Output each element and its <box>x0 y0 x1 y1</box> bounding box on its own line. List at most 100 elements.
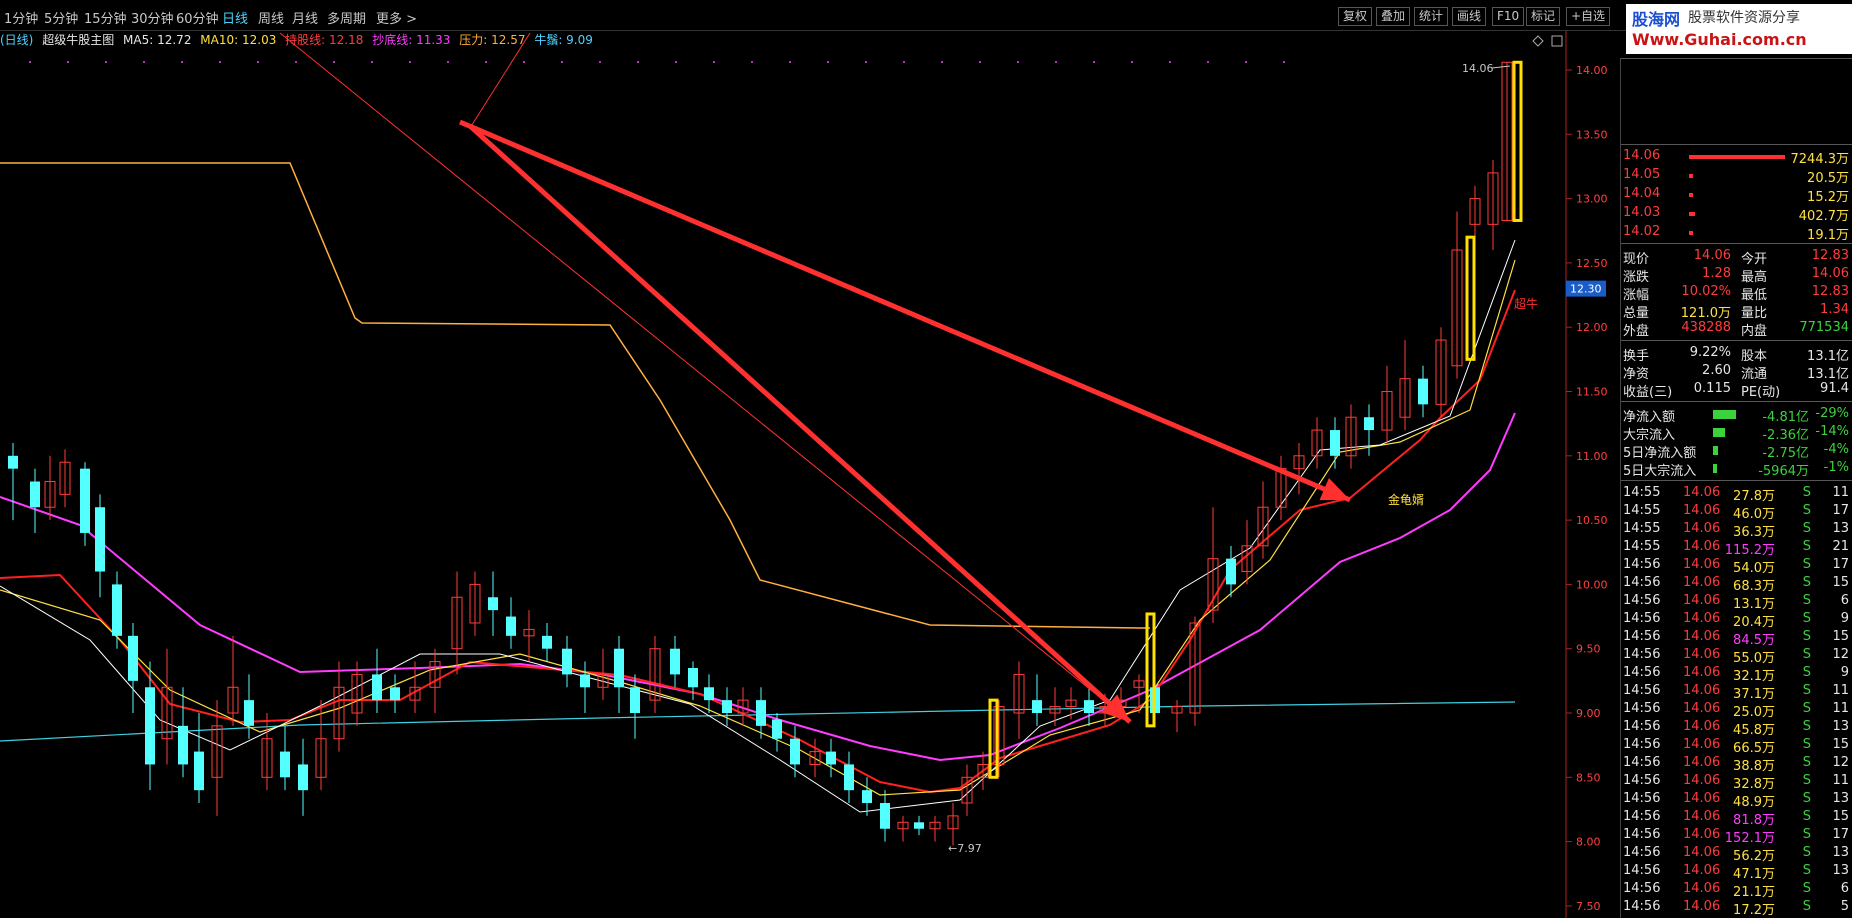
signal-dot <box>789 61 791 63</box>
tick-side: S <box>1802 611 1811 626</box>
tick-side: S <box>1802 629 1811 644</box>
current-price-tag-label: 12.30 <box>1570 283 1602 296</box>
quote-label: 量比 <box>1741 306 1768 321</box>
f10-button[interactable]: F10 <box>1492 7 1525 26</box>
tick-row: 14:56 14.06 32.1万 S 9 <box>1621 665 1852 684</box>
orderbook-price: 14.06 <box>1623 148 1661 163</box>
legend-indicator-name[interactable]: 超级牛股主图 <box>42 33 114 47</box>
tick-count: 13 <box>1832 719 1849 734</box>
period-tab-9[interactable]: 更多 > <box>376 8 417 27</box>
tick-side: S <box>1802 683 1811 698</box>
signal-dot <box>181 61 183 63</box>
capital-flow-row: 净流入额 -4.81亿 -29% <box>1621 406 1852 425</box>
period-tab-5[interactable]: 日线 <box>222 8 248 27</box>
tick-time: 14:56 <box>1623 845 1661 860</box>
tick-time: 14:56 <box>1623 881 1661 896</box>
orderbook-price: 14.03 <box>1623 205 1661 220</box>
legend-period: (日线) <box>0 33 34 47</box>
period-tab-0[interactable]: 1分钟 <box>4 8 38 27</box>
fundamental-label: 换手 <box>1623 349 1650 364</box>
candle-body-down <box>298 764 308 791</box>
tick-price: 14.06 <box>1683 827 1721 842</box>
overlay-button[interactable]: 叠加 <box>1376 7 1411 26</box>
peak-price-label: 14.06 <box>1462 62 1494 75</box>
tick-count: 11 <box>1832 683 1849 698</box>
orderbook-price: 14.05 <box>1623 167 1661 182</box>
tick-count: 6 <box>1840 593 1849 608</box>
signal-dot <box>257 61 259 63</box>
period-tab-3[interactable]: 30分钟 <box>131 8 174 27</box>
capital-flow-bar <box>1713 410 1736 419</box>
capital-flow-value: -5964万 <box>1758 464 1809 479</box>
tick-side: S <box>1802 647 1811 662</box>
capital-flow-value: -2.75亿 <box>1762 446 1809 461</box>
tick-side: S <box>1802 845 1811 860</box>
quote-label: 现价 <box>1623 252 1650 267</box>
period-tab-1[interactable]: 5分钟 <box>44 8 78 27</box>
tick-row: 14:56 14.06 84.5万 S 15 <box>1621 629 1852 648</box>
tick-price: 14.06 <box>1683 863 1721 878</box>
quote-value: 12.83 <box>1811 248 1849 263</box>
period-tab-2[interactable]: 15分钟 <box>84 8 127 27</box>
candle-body-down <box>194 751 204 791</box>
tick-price: 14.06 <box>1683 701 1721 716</box>
signal-dot <box>675 61 677 63</box>
quote-value: 1.28 <box>1702 266 1731 281</box>
signal-dot <box>1093 61 1095 63</box>
mark-button[interactable]: 标记 <box>1526 7 1561 26</box>
tick-price: 14.06 <box>1683 773 1721 788</box>
tick-count: 11 <box>1832 485 1849 500</box>
tick-price: 14.06 <box>1683 503 1721 518</box>
period-tab-8[interactable]: 多周期 <box>327 8 366 27</box>
period-tab-4[interactable]: 60分钟 <box>176 8 219 27</box>
tick-row: 14:55 14.06 27.8万 S 11 <box>1621 485 1852 504</box>
tick-time: 14:55 <box>1623 539 1661 554</box>
tick-side: S <box>1802 737 1811 752</box>
tick-volume: 152.1万 <box>1724 831 1775 846</box>
tick-count: 9 <box>1840 611 1849 626</box>
fundamental-row: 收益(三) 0.115 PE(动) 91.4 <box>1621 381 1852 400</box>
tick-count: 17 <box>1832 503 1849 518</box>
tick-row: 14:55 14.06 46.0万 S 17 <box>1621 503 1852 522</box>
candle-body-down <box>880 803 890 829</box>
tick-side: S <box>1802 809 1811 824</box>
fundamental-label: 收益(三) <box>1623 385 1673 400</box>
signal-dot <box>485 61 487 63</box>
tick-price: 14.06 <box>1683 791 1721 806</box>
draw-button[interactable]: 画线 <box>1452 7 1487 26</box>
period-tab-6[interactable]: 周线 <box>258 8 284 27</box>
tick-time: 14:55 <box>1623 485 1661 500</box>
tick-count: 15 <box>1832 629 1849 644</box>
signal-dot <box>105 61 107 63</box>
tick-side: S <box>1802 755 1811 770</box>
capital-flow-pct: -4% <box>1823 442 1849 457</box>
kline-chart[interactable]: 14.00 13.50 13.00 12.50 12.00 11.50 11.00 10.50… <box>0 0 1620 918</box>
quote-row: 总量 121.0万 量比 1.34 <box>1621 302 1852 321</box>
candle-body-down <box>145 687 155 765</box>
brand-url: Www.Guhai.com.cn <box>1632 30 1807 49</box>
tick-row: 14:56 14.06 25.0万 S 11 <box>1621 701 1852 720</box>
tick-side: S <box>1802 827 1811 842</box>
axis-tick-label: 13.00 <box>1576 193 1608 206</box>
axis-tick-label: 13.50 <box>1576 128 1608 141</box>
tick-time: 14:55 <box>1623 521 1661 536</box>
legend-ma10: MA10: 12.03 <box>200 33 277 47</box>
restore-rights-button[interactable]: 复权 <box>1338 7 1373 26</box>
signal-dot <box>713 61 715 63</box>
candle-body-down <box>95 507 105 572</box>
candle-body-down <box>688 667 698 688</box>
stats-button[interactable]: 统计 <box>1414 7 1449 26</box>
tick-price: 14.06 <box>1683 557 1721 572</box>
signal-dot <box>561 61 563 63</box>
axis-tick-label: 12.00 <box>1576 321 1608 334</box>
tick-price: 14.06 <box>1683 755 1721 770</box>
signal-dot <box>1245 61 1247 63</box>
tick-time: 14:56 <box>1623 575 1661 590</box>
signal-dot <box>903 61 905 63</box>
period-tab-7[interactable]: 月线 <box>292 8 318 27</box>
chaoniu-label: 超牛 <box>1514 296 1538 311</box>
signal-dot <box>1207 61 1209 63</box>
add-watchlist-button[interactable]: +自选 <box>1566 7 1611 26</box>
candle-body-down <box>280 751 290 778</box>
tick-volume: 56.2万 <box>1733 849 1775 864</box>
